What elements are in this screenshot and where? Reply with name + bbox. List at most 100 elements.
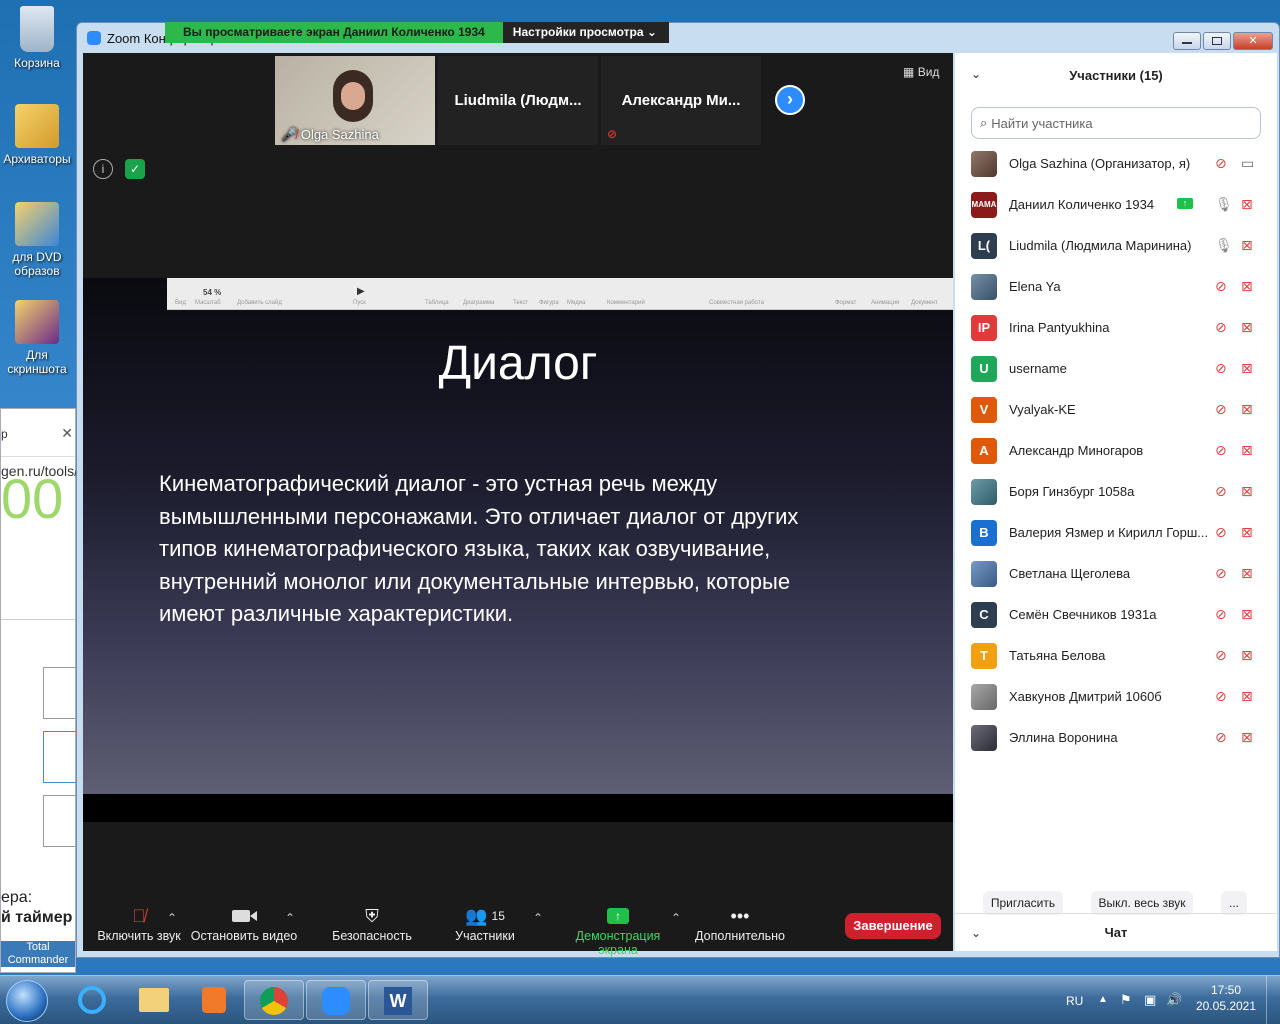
bg-box[interactable] bbox=[43, 795, 77, 847]
video-off-icon: ⊠ bbox=[1241, 606, 1253, 622]
video-tile-alexandr[interactable]: Александр Ми... ⊘ bbox=[601, 56, 761, 145]
toolbar-label: Формат bbox=[835, 300, 857, 306]
dvd-folder-icon[interactable]: для DVD образов bbox=[0, 202, 74, 278]
ie-icon[interactable] bbox=[62, 980, 122, 1020]
video-off-icon: ⊠ bbox=[1241, 196, 1253, 212]
bg-box[interactable] bbox=[43, 667, 77, 719]
explorer-folder-icon[interactable] bbox=[124, 980, 184, 1020]
shield-check-icon[interactable]: ✓ bbox=[125, 159, 145, 179]
bg-text-2: й таймер bbox=[1, 909, 73, 926]
chat-header[interactable]: ⌄ Чат bbox=[955, 913, 1277, 951]
avatar: T bbox=[971, 642, 997, 669]
audio-options-chevron-icon[interactable]: ⌃ bbox=[167, 911, 177, 925]
panel-more-button[interactable]: ... bbox=[1221, 891, 1247, 915]
avatar: B bbox=[971, 519, 997, 546]
more-button[interactable]: ••• Дополнительно bbox=[695, 903, 785, 944]
more-dots-icon: ••• bbox=[730, 905, 750, 926]
participant-row[interactable]: IP Irina Pantyukhina ⊘ ⊠ bbox=[955, 307, 1277, 348]
clock-time: 17:50 bbox=[1210, 983, 1242, 997]
share-options-chevron-icon[interactable]: ⌃ bbox=[671, 911, 681, 925]
participant-name: Светлана Щеголева bbox=[1009, 566, 1131, 581]
security-button[interactable]: ⛨ Безопасность bbox=[329, 903, 415, 944]
participant-row[interactable]: Elena Ya ⊘ ⊠ bbox=[955, 266, 1277, 307]
language-indicator[interactable]: RU bbox=[1066, 994, 1083, 1008]
view-options-dropdown[interactable]: Настройки просмотра ⌄ bbox=[502, 22, 669, 43]
participant-row[interactable]: Uusername ⊘ ⊠ bbox=[955, 348, 1277, 389]
avatar bbox=[971, 560, 997, 587]
invite-button[interactable]: Пригласить bbox=[983, 891, 1063, 915]
participant-list: Olga Sazhina (Организатор, я) ⊘ ▭ ↑ MAMA Дани… bbox=[955, 143, 1277, 758]
participant-row[interactable]: Боря Гинзбург 1058а ⊘ ⊠ bbox=[955, 471, 1277, 512]
recycle-bin-icon[interactable]: Корзина bbox=[0, 6, 74, 70]
mic-icon: 🎙 bbox=[1215, 237, 1233, 253]
participant-row[interactable]: V Vyalyak-KE ⊘ ⊠ bbox=[955, 389, 1277, 430]
background-browser-window[interactable]: р ✕ gen.ru/tools/ 00 ера: й таймер Total… bbox=[0, 408, 78, 973]
tile-name: Liudmila (Людм... bbox=[454, 92, 582, 109]
muted-mic-icon: ⊘ bbox=[1215, 565, 1227, 581]
info-icon[interactable]: i bbox=[93, 159, 113, 179]
participant-row[interactable]: Светлана Щеголева ⊘ ⊠ bbox=[955, 553, 1277, 594]
avatar: C bbox=[971, 601, 997, 628]
participants-chevron-icon[interactable]: ⌃ bbox=[533, 911, 543, 925]
play-icon: ▶ bbox=[357, 286, 365, 297]
chrome-icon[interactable] bbox=[244, 980, 304, 1020]
muted-mic-icon: ⊘ bbox=[1215, 647, 1227, 663]
participants-button[interactable]: 👥 15 Участники bbox=[447, 903, 523, 944]
share-screen-button[interactable]: ↑ Демонстрация экрана bbox=[555, 903, 681, 957]
archivers-folder-icon[interactable]: Архиваторы bbox=[0, 104, 74, 166]
screenshot-folder-icon[interactable]: Для скриншота bbox=[0, 300, 74, 376]
next-page-arrow-icon[interactable]: › bbox=[775, 85, 805, 115]
muted-mic-icon: ⊘ bbox=[1215, 401, 1227, 417]
tray-volume-icon[interactable]: 🔊 bbox=[1166, 992, 1182, 1008]
zoom-taskbar-icon[interactable] bbox=[306, 980, 366, 1020]
mute-all-button[interactable]: Выкл. весь звук bbox=[1091, 891, 1193, 915]
toolbar-label: Фигура bbox=[539, 300, 559, 306]
minimize-button[interactable] bbox=[1173, 32, 1201, 50]
video-options-chevron-icon[interactable]: ⌃ bbox=[285, 911, 295, 925]
view-button[interactable]: ▦ Вид bbox=[903, 65, 939, 79]
clock[interactable]: 17:50 20.05.2021 bbox=[1190, 982, 1262, 1014]
toolbar-label: Таблица bbox=[425, 300, 449, 306]
maximize-button[interactable] bbox=[1203, 32, 1231, 50]
participant-row[interactable]: ↑ MAMA Даниил Количенко 1934 🎙 ⊠ bbox=[955, 184, 1277, 225]
toolbar-label: Добавить слайд bbox=[237, 300, 282, 306]
total-commander-label[interactable]: Total Commander bbox=[1, 941, 75, 967]
close-window-button[interactable]: ✕ bbox=[1233, 32, 1273, 50]
video-tile-olga[interactable]: 🎤̸ Olga Sazhina bbox=[275, 56, 435, 145]
avatar: MAMA bbox=[971, 191, 997, 218]
participant-row[interactable]: B Валерия Язмер и Кирилл Горш... ⊘ ⊠ bbox=[955, 512, 1277, 553]
close-icon[interactable]: ✕ bbox=[61, 425, 73, 442]
video-off-icon: ⊠ bbox=[1241, 278, 1253, 294]
tray-action-center-icon[interactable]: ⚑ bbox=[1120, 992, 1132, 1008]
participant-row[interactable]: Хавкунов Дмитрий 1060б ⊘ ⊠ bbox=[955, 676, 1277, 717]
recycle-bin-label: Корзина bbox=[14, 56, 60, 70]
participant-row[interactable]: Эллина Воронина ⊘ ⊠ bbox=[955, 717, 1277, 758]
end-meeting-button[interactable]: Завершение bbox=[845, 913, 941, 939]
participant-row[interactable]: Olga Sazhina (Организатор, я) ⊘ ▭ bbox=[955, 143, 1277, 184]
toolbar-label: Анимация bbox=[871, 300, 900, 306]
media-player-icon[interactable] bbox=[184, 980, 244, 1020]
word-icon[interactable]: W bbox=[368, 980, 428, 1020]
chat-chevron-icon[interactable]: ⌄ bbox=[971, 926, 981, 940]
bg-digit: 00 bbox=[1, 479, 64, 519]
participant-row[interactable]: T Татьяна Белова ⊘ ⊠ bbox=[955, 635, 1277, 676]
start-button[interactable] bbox=[6, 980, 48, 1022]
tray-expand-icon[interactable]: ▲ bbox=[1098, 994, 1108, 1005]
search-participant-input[interactable]: ⌕ Найти участника bbox=[971, 107, 1261, 139]
tray-network-icon[interactable]: ▣ bbox=[1144, 992, 1156, 1008]
collapse-chevron-icon[interactable]: ⌄ bbox=[971, 67, 981, 81]
show-desktop-button[interactable] bbox=[1266, 976, 1280, 1024]
participant-name: Elena Ya bbox=[1009, 279, 1061, 294]
stop-video-button[interactable]: Остановить видео bbox=[189, 903, 299, 943]
bg-box[interactable] bbox=[43, 731, 77, 783]
muted-mic-icon: ⊘ bbox=[1215, 278, 1227, 294]
people-icon: 👥 15 bbox=[465, 905, 505, 926]
participants-header: ⌄ Участники (15) bbox=[971, 67, 1163, 83]
video-tile-liudmila[interactable]: Liudmila (Людм... bbox=[438, 56, 598, 145]
participant-row[interactable]: L(Liudmila (Людмила Маринина) 🎙 ⊠ bbox=[955, 225, 1277, 266]
participant-row[interactable]: C Семён Свечников 1931а ⊘ ⊠ bbox=[955, 594, 1277, 635]
participant-row[interactable]: A Александр Миногаров ⊘ ⊠ bbox=[955, 430, 1277, 471]
participant-name: Liudmila (Людмила Маринина) bbox=[1009, 238, 1192, 253]
participant-name: Vyalyak-KE bbox=[1009, 402, 1076, 417]
participant-name: Семён Свечников 1931а bbox=[1009, 607, 1157, 622]
